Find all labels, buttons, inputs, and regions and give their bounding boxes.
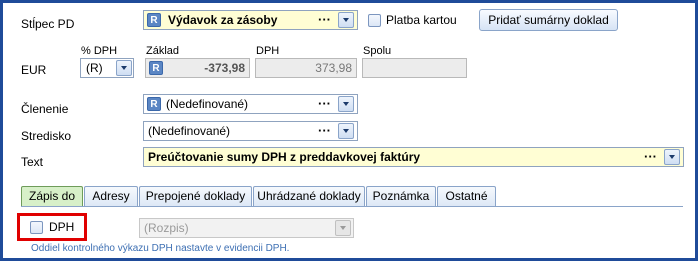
ellipsis-icon[interactable]: ··· <box>318 96 331 111</box>
platba-kartou-checkbox[interactable] <box>368 14 381 27</box>
chevron-down-icon[interactable] <box>335 220 351 236</box>
stredisko-value: (Nedefinované) <box>148 124 231 138</box>
vat-amount-value: 373,98 <box>315 61 352 75</box>
vat-pct-select[interactable]: (R) <box>80 58 134 78</box>
tab-prepojene-doklady[interactable]: Prepojené doklady <box>139 186 252 206</box>
tab-adresy[interactable]: Adresy <box>84 186 138 206</box>
chevron-down-icon[interactable] <box>338 96 354 112</box>
tab-uhradzane-doklady[interactable]: Uhrádzané doklady <box>253 186 365 206</box>
tab-zapis-do[interactable]: Zápis do <box>21 186 83 206</box>
total-amount-field[interactable] <box>362 58 467 78</box>
ellipsis-icon[interactable]: ··· <box>318 123 331 138</box>
stlpec-pd-field[interactable]: R Výdavok za zásoby ··· <box>143 10 358 30</box>
rozpis-value: (Rozpis) <box>144 221 189 235</box>
chevron-down-icon[interactable] <box>338 12 354 28</box>
r-badge-icon: R <box>147 97 161 111</box>
stredisko-label: Stredisko <box>21 129 72 143</box>
clenenie-label: Členenie <box>21 102 69 116</box>
ellipsis-icon[interactable]: ··· <box>644 149 657 164</box>
currency-label: EUR <box>21 63 47 77</box>
ellipsis-icon[interactable]: ··· <box>318 12 331 27</box>
r-badge-icon: R <box>147 13 161 27</box>
vat-amount-field[interactable]: 373,98 <box>255 58 357 78</box>
stlpec-pd-label: Stĺpec PD <box>21 17 75 31</box>
base-amount-value: -373,98 <box>204 61 245 75</box>
total-header: Spolu <box>363 45 392 57</box>
dph-checkbox-label: DPH <box>49 220 75 234</box>
rozpis-select[interactable]: (Rozpis) <box>139 218 354 238</box>
base-amount-field[interactable]: R -373,98 <box>145 58 250 78</box>
clenenie-field[interactable]: R (Nedefinované) ··· <box>143 94 358 114</box>
text-value: Preúčtovanie sumy DPH z preddavkovej fak… <box>148 150 421 164</box>
stlpec-pd-value: Výdavok za zásoby <box>168 13 278 27</box>
chevron-down-icon[interactable] <box>664 149 680 165</box>
tab-ostatne[interactable]: Ostatné <box>437 186 496 206</box>
platba-kartou-label: Platba kartou <box>386 13 457 27</box>
dph-checkbox[interactable] <box>30 221 43 234</box>
r-badge-icon: R <box>149 61 163 75</box>
vat-pct-value: (R) <box>86 61 103 75</box>
clenenie-value: (Nedefinované) <box>166 97 249 111</box>
chevron-down-icon[interactable] <box>116 60 132 76</box>
dialog-frame: Stĺpec PD R Výdavok za zásoby ··· Platba… <box>0 0 698 261</box>
chevron-down-icon[interactable] <box>338 123 354 139</box>
vat-header: DPH <box>256 45 280 57</box>
pridat-sumarny-doklad-button[interactable]: Pridať sumárny doklad <box>479 9 618 31</box>
base-header: Základ <box>146 45 180 57</box>
vat-pct-header: % DPH <box>81 45 118 57</box>
tab-poznamka[interactable]: Poznámka <box>366 186 436 206</box>
dph-note-text: Oddiel kontrolného výkazu DPH nastavte v… <box>31 243 290 254</box>
stredisko-field[interactable]: (Nedefinované) ··· <box>143 121 358 141</box>
text-label: Text <box>21 155 44 169</box>
text-field[interactable]: Preúčtovanie sumy DPH z preddavkovej fak… <box>143 147 684 167</box>
